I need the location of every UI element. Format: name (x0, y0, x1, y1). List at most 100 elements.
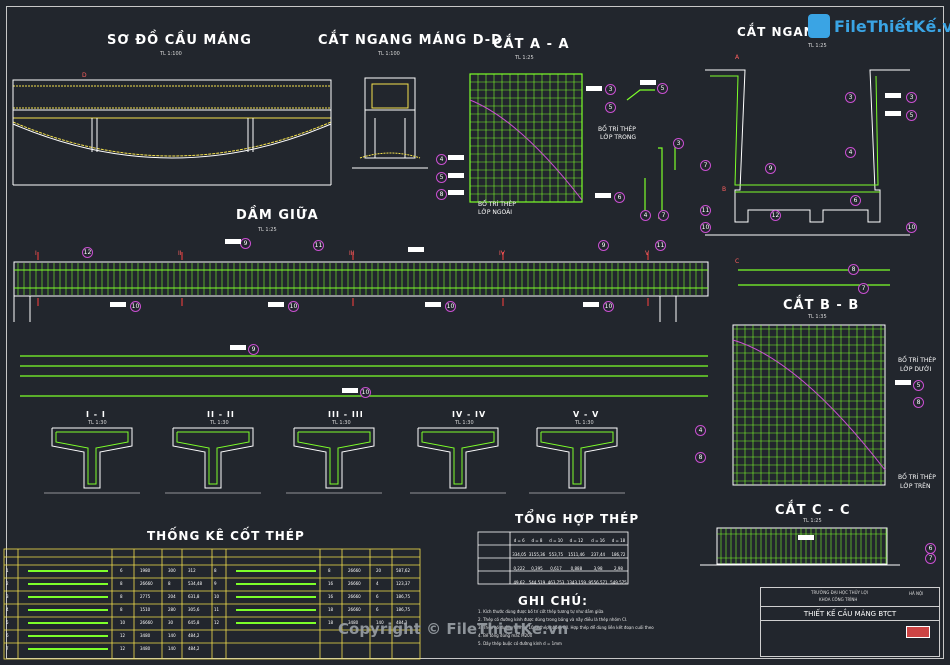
mark-b: B (722, 186, 727, 193)
thong-ke-cell-no: 6 (6, 633, 9, 638)
rebar-tag: 7 (858, 283, 869, 294)
tong-hop-cell: 549,575 (610, 579, 627, 585)
rebar-tag: 10 (700, 222, 711, 233)
rebar-tag: 11 (700, 205, 711, 216)
title-block-place: HÀ NỘI (909, 591, 924, 596)
rebar-tag: 12 (82, 247, 93, 258)
mark-i: I (35, 250, 37, 257)
rebar-label (583, 302, 599, 307)
rebar-label (885, 93, 901, 98)
tong-hop-cell: 9556,571 (588, 579, 608, 585)
tong-hop-cell: 0,617 (550, 565, 562, 571)
rebar-shape (28, 648, 108, 650)
thong-ke-cell-d: 12 (120, 646, 126, 651)
tong-hop-cell: 463,753 (547, 579, 565, 585)
thong-ke-cell-d: 18 (328, 620, 334, 625)
section-title-3: III - III (328, 410, 364, 419)
thong-ke-cell-d: 10 (120, 620, 126, 625)
scale-so-do: TL 1:100 (160, 51, 182, 57)
tong-hop-header: d = 10 (549, 537, 563, 543)
rebar-tag: 10 (360, 387, 371, 398)
tong-hop-row: 49,62 544,519 463,753 1343,159 9556,571 … (511, 575, 628, 589)
rebar-tag: 5 (906, 110, 917, 121)
thong-ke-cell-d: 16 (328, 594, 334, 599)
thong-ke-cell-n: 20 (376, 568, 382, 573)
section-title-4: IV - IV (452, 410, 487, 419)
tee-section-5 (529, 427, 625, 494)
rebar-tag: 10 (906, 222, 917, 233)
section-scale-1: TL 1:30 (88, 420, 107, 426)
rebar-tag: 9 (765, 163, 776, 174)
title-cat-aa: CẮT A - A (493, 37, 570, 52)
tong-hop-table: d = 6 d = 8 d = 10 d = 12 d = 16 d = 18 … (511, 533, 628, 589)
section-scale-3: TL 1:30 (332, 420, 351, 426)
cat-dd-drawing (352, 77, 428, 169)
rebar-tag: 9 (240, 238, 251, 249)
rebar-label (408, 247, 424, 252)
thong-ke-grid (3, 548, 421, 660)
section-title-1: I - I (86, 410, 106, 419)
thong-ke-cell-tot: 312 (188, 568, 196, 573)
rebar-tag: 3 (906, 92, 917, 103)
brand-logo-text: FileThiếtKế.vn (834, 17, 950, 36)
thong-ke-cell-d: 8 (120, 594, 123, 599)
thong-ke-cell-n: 140 (168, 633, 176, 638)
rebar-label (595, 193, 611, 198)
tee-section-2 (165, 427, 261, 494)
rebar-label (268, 302, 284, 307)
rebar-tag: 10 (130, 301, 141, 312)
tong-hop-header-row: d = 6 d = 8 d = 10 d = 12 d = 16 d = 18 (511, 533, 628, 547)
mark-v: V (645, 250, 650, 257)
note-lop-tren-1: BỐ TRÍ THÉP (898, 474, 936, 481)
tong-hop-cell: 1343,159 (566, 579, 586, 585)
section-scale-4: TL 1:30 (455, 420, 474, 426)
tee-section-3 (286, 427, 382, 494)
cat-cc-drawing (700, 527, 900, 566)
thong-ke-cell-len: 26660 (140, 620, 153, 625)
rebar-tag: 4 (640, 210, 651, 221)
note-lop-duoi-1: BỐ TRÍ THÉP (898, 357, 936, 364)
copyright-watermark: Copyright © FileThietKe.vn (338, 620, 569, 638)
rebar-shape (236, 583, 316, 585)
tong-hop-cell: 0,888 (570, 565, 583, 571)
tong-hop-cell: 3155,36 (528, 551, 546, 557)
thong-ke-cell-no: 8 (214, 568, 217, 573)
tee-section-4 (410, 427, 506, 494)
tong-hop-cell: 0,395 (531, 565, 543, 571)
rebar-tag: 7 (658, 210, 669, 221)
note-lop-trong-1: BỐ TRÍ THÉP (598, 126, 636, 133)
scale-cat-bb: TL 1:35 (808, 314, 827, 320)
title-dam-giua: DẦM GIỮA (236, 208, 319, 223)
tong-hop-cell: 544,519 (528, 579, 546, 585)
thong-ke-cell-d: 12 (120, 633, 126, 638)
thong-ke-cell-n: 140 (168, 646, 176, 651)
cat-aa-drawing (469, 73, 583, 203)
thong-ke-cell-d: 8 (120, 581, 123, 586)
thong-ke-cell-tot: 186,75 (396, 594, 410, 599)
section-scale-2: TL 1:30 (210, 420, 229, 426)
rebar-tag: 3 (673, 138, 684, 149)
title-block-logo (906, 626, 930, 638)
rebar-tag: 8 (848, 264, 859, 275)
rebar-tag: 6 (850, 195, 861, 206)
title-thong-ke: THỐNG KÊ CỐT THÉP (147, 529, 305, 543)
thong-ke-cell-no: 2 (6, 581, 9, 586)
thong-ke-cell-n: 204 (168, 594, 176, 599)
tong-hop-cell: 3,98 (593, 565, 603, 571)
thong-ke-cell-tot: 645,8 (188, 620, 200, 625)
title-block-faculty: KHOA CÔNG TRÌNH (819, 597, 858, 602)
rebar-tag: 11 (655, 240, 666, 251)
rebar-tag: 10 (288, 301, 299, 312)
cad-drawing (3, 69, 910, 660)
rebar-tag: 4 (436, 154, 447, 165)
section-scale-5: TL 1:30 (575, 420, 594, 426)
rebar-shape (236, 596, 316, 598)
thong-ke-cell-tot: 484,2 (188, 633, 200, 638)
thong-ke-cell-tot: 534,48 (188, 581, 202, 586)
rebar-tag: 7 (700, 160, 711, 171)
mark-d: D (82, 72, 87, 79)
title-tong-hop: TỔNG HỢP THÉP (515, 512, 640, 526)
ghi-chu-line: 1. Kích thước dùng được bố trí cốt thép … (478, 609, 604, 614)
drawing-sheet: SƠ ĐỒ CẦU MÁNG TL 1:100 CẮT NGANG MÁNG D… (0, 0, 950, 665)
tong-hop-cell: 553,75 (549, 551, 564, 557)
